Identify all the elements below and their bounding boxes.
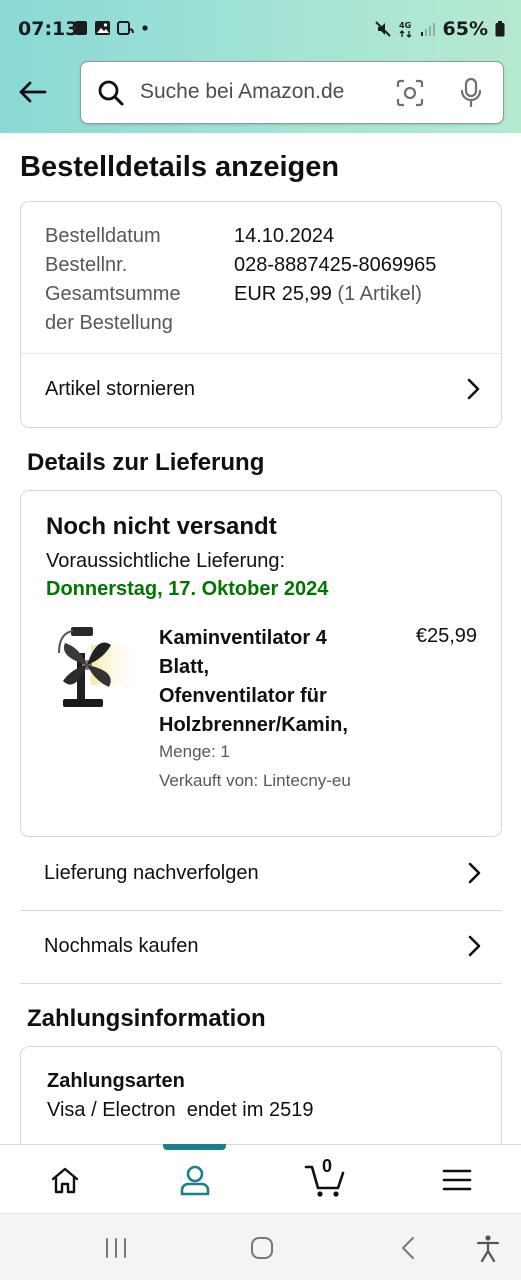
notification-icon — [75, 21, 87, 35]
back-button[interactable] — [14, 74, 50, 110]
battery-icon — [495, 21, 505, 37]
microphone-icon[interactable] — [459, 77, 483, 109]
cancel-items-button[interactable]: Artikel stornieren — [21, 354, 501, 424]
user-icon — [180, 1165, 210, 1195]
product-image[interactable] — [51, 623, 141, 718]
product-title-line: Ofenventilator für — [159, 685, 327, 707]
signal-icon — [420, 23, 435, 36]
accessibility-button[interactable] — [468, 1230, 508, 1266]
product-title-line: Kaminventilator 4 — [159, 627, 327, 649]
hamburger-menu-icon — [442, 1169, 472, 1190]
chevron-right-icon — [468, 935, 481, 957]
chevron-left-icon — [402, 1237, 414, 1259]
search-input[interactable]: Suche bei Amazon.de — [140, 80, 344, 104]
dot-icon — [142, 25, 148, 31]
product-seller: Verkauft von: Lintecny-eu — [159, 771, 351, 790]
eta-label: Voraussichtliche Lieferung: — [46, 550, 286, 572]
product-quantity: Menge: 1 — [159, 742, 230, 761]
gallery-icon — [95, 21, 110, 35]
order-total-label: Gesamtsumme — [45, 283, 181, 305]
track-delivery-button[interactable]: Lieferung nachverfolgen — [20, 837, 502, 909]
status-bar: 07:13 4G 65% — [0, 0, 521, 58]
tab-account[interactable] — [130, 1145, 260, 1214]
status-time: 07:13 — [18, 18, 79, 40]
battery-level: 65% — [442, 18, 488, 40]
product-title[interactable]: Kaminventilator 4 Blatt, Ofenventilator … — [159, 624, 389, 740]
status-notification-icons — [74, 20, 149, 36]
product-price: €25,99 — [415, 625, 477, 647]
search-icon — [98, 80, 124, 106]
back-system-button[interactable] — [388, 1230, 428, 1266]
chevron-right-icon — [467, 378, 480, 400]
shipment-status: Noch nicht versandt — [46, 513, 277, 540]
network-4g-icon: 4G — [399, 21, 411, 38]
page-title: Bestelldetails anzeigen — [20, 151, 340, 183]
product-title-line: Blatt, — [159, 656, 209, 678]
arrow-left-icon — [19, 81, 47, 103]
delivery-card: Noch nicht versandt Voraussichtliche Lie… — [20, 490, 502, 837]
order-total-label-line2: der Bestellung — [45, 312, 173, 334]
home-button[interactable] — [242, 1230, 282, 1266]
stove-fan-image — [58, 627, 141, 707]
order-number-label: Bestellnr. — [45, 254, 128, 276]
svg-text:4G: 4G — [399, 21, 411, 30]
accessibility-icon — [476, 1235, 500, 1262]
chevron-right-icon — [468, 862, 481, 884]
order-summary-card: Bestelldatum 14.10.2024 Bestellnr. 028-8… — [20, 201, 502, 428]
eta-date: Donnerstag, 17. Oktober 2024 — [46, 578, 329, 600]
home-icon — [51, 1167, 79, 1193]
tab-menu[interactable] — [392, 1145, 521, 1214]
order-date-label: Bestelldatum — [45, 225, 161, 247]
tab-home[interactable] — [0, 1145, 130, 1214]
buy-again-label: Nochmals kaufen — [44, 934, 199, 957]
order-total: EUR 25,99 (1 Artikel) — [234, 280, 422, 309]
header: 07:13 4G 65% Suche bei Amazon.de — [0, 0, 521, 133]
system-navigation-bar — [0, 1213, 521, 1280]
recent-apps-button[interactable] — [96, 1230, 136, 1266]
payment-method-value: Visa / Electron endet im 2519 — [47, 1099, 314, 1121]
buy-again-button[interactable]: Nochmals kaufen — [20, 910, 502, 982]
camera-scan-icon[interactable] — [396, 79, 424, 107]
order-item-count: (1 Artikel) — [337, 283, 422, 305]
tab-cart[interactable]: 0 — [260, 1145, 390, 1214]
order-total-value: EUR 25,99 — [234, 283, 332, 305]
search-bar[interactable]: Suche bei Amazon.de — [80, 61, 504, 124]
home-circle-icon — [251, 1237, 273, 1259]
bottom-tab-bar: 0 — [0, 1144, 521, 1213]
order-date-value: 14.10.2024 — [234, 225, 335, 247]
delivery-section-title: Details zur Lieferung — [27, 449, 265, 476]
product-title-line: Holzbrenner/Kamin, — [159, 714, 348, 736]
data-saver-icon — [117, 21, 134, 35]
order-number-value: 028-8887425-8069965 — [234, 254, 437, 276]
cart-count-badge: 0 — [322, 1156, 333, 1176]
divider — [20, 983, 502, 984]
recent-apps-icon — [106, 1238, 126, 1258]
status-right: 4G 65% — [374, 18, 505, 40]
track-delivery-label: Lieferung nachverfolgen — [44, 861, 259, 884]
cancel-items-label: Artikel stornieren — [45, 377, 196, 400]
payment-method-title: Zahlungsarten — [47, 1070, 185, 1092]
mute-icon — [374, 21, 391, 37]
payment-section-title: Zahlungsinformation — [27, 1005, 266, 1032]
